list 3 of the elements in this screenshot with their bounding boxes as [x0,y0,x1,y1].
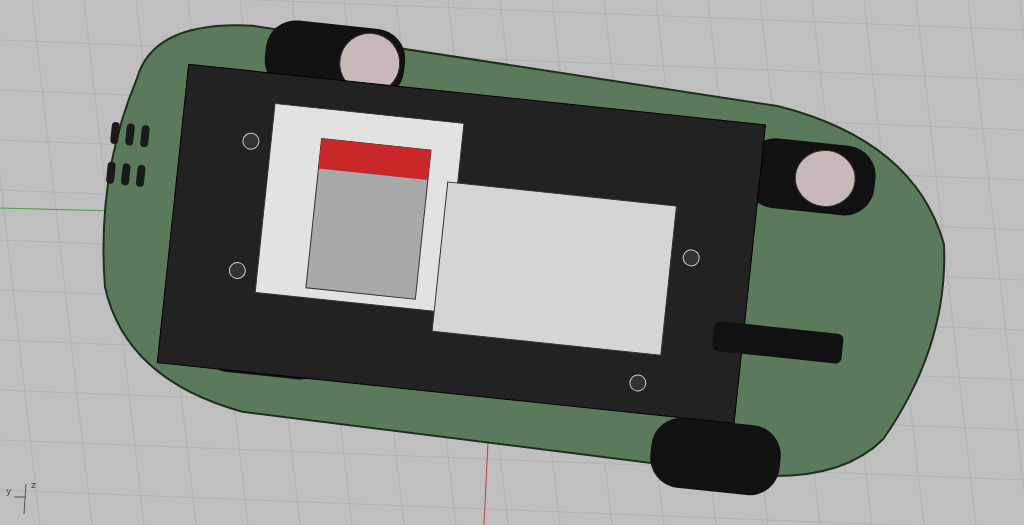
axis-label: z [31,480,36,490]
axis-label: y [6,486,12,496]
axis-icon [13,483,27,515]
